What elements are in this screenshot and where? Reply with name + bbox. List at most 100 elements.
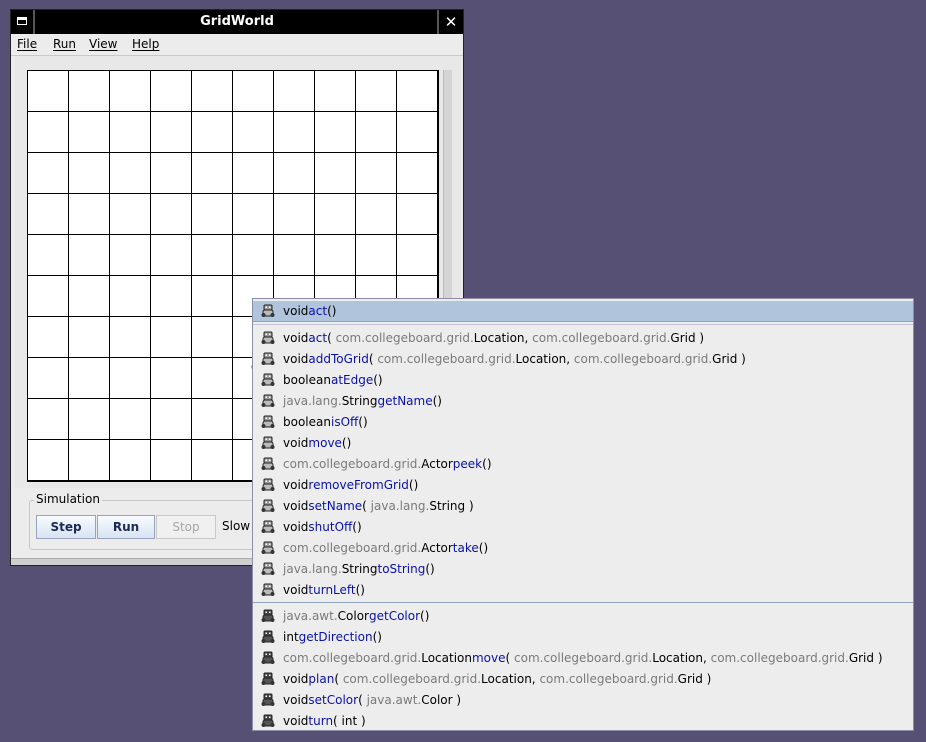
method-return-type: void <box>283 436 308 450</box>
method-return-type: com.collegeboard.grid.Actor <box>283 541 453 555</box>
method-name: isOff <box>330 414 359 429</box>
param-text: () <box>432 393 442 408</box>
method-item-move[interactable]: void move() <box>253 432 913 453</box>
param-text: Grid ) <box>670 330 705 345</box>
method-params: () <box>409 478 418 492</box>
method-item-isOff[interactable]: boolean isOff() <box>253 411 913 432</box>
param-text: ( <box>327 330 336 345</box>
method-return-type: com.collegeboard.grid.Location <box>283 651 472 665</box>
return-type-name: void <box>283 713 309 728</box>
method-item-act[interactable]: void act() <box>253 301 913 322</box>
return-type-name: void <box>283 477 309 492</box>
run-button[interactable]: Run <box>97 515 155 539</box>
method-return-type: void <box>283 520 308 534</box>
method-item-turnLeft[interactable]: void turnLeft() <box>253 579 913 600</box>
param-text: () <box>327 304 337 318</box>
param-text: Location, <box>481 671 540 686</box>
method-return-type: void <box>283 331 308 345</box>
critter-method-icon <box>261 331 275 345</box>
method-item-toString[interactable]: java.lang.String toString() <box>253 558 913 579</box>
method-item-addToGrid[interactable]: void addToGrid( com.collegeboard.grid.Lo… <box>253 348 913 369</box>
method-name: atEdge <box>330 372 374 387</box>
package-prefix: com.collegeboard.grid. <box>342 671 482 686</box>
method-item-getName[interactable]: java.lang.String getName() <box>253 390 913 411</box>
stop-button[interactable]: Stop <box>156 515 216 539</box>
method-return-type: void <box>283 714 308 728</box>
critter-method-icon <box>261 541 275 555</box>
step-button[interactable]: Step <box>36 515 96 539</box>
method-item-shutOff[interactable]: void shutOff() <box>253 516 913 537</box>
return-type-name: Location <box>421 650 472 665</box>
method-return-type: void <box>283 583 308 597</box>
param-text: ( <box>505 650 514 665</box>
critter-method-icon <box>261 352 275 366</box>
method-name: setColor <box>308 692 359 707</box>
critter-method-icon <box>261 457 275 471</box>
method-return-type: int <box>283 630 299 644</box>
title-bar[interactable]: GridWorld ✕ <box>11 10 463 34</box>
critter-method-icon <box>261 630 275 644</box>
critter-method-icon <box>261 693 275 707</box>
method-item-act[interactable]: void act( com.collegeboard.grid.Location… <box>253 327 913 348</box>
critter-method-icon <box>261 304 275 318</box>
param-text: () <box>478 540 489 555</box>
method-params: () <box>342 436 351 450</box>
method-item-peek[interactable]: com.collegeboard.grid.Actor peek() <box>253 453 913 474</box>
param-text: Location, <box>652 650 711 665</box>
param-text: Location, <box>515 351 574 366</box>
method-return-type: java.awt.Color <box>283 609 369 623</box>
package-prefix: java.awt. <box>366 692 422 707</box>
method-name: toString <box>377 561 426 576</box>
method-params: () <box>352 520 361 534</box>
method-item-turn[interactable]: void turn( int ) <box>253 710 913 731</box>
method-item-setColor[interactable]: void setColor( java.awt.Color ) <box>253 689 913 710</box>
method-item-getDirection[interactable]: int getDirection() <box>253 626 913 647</box>
critter-method-icon <box>261 394 275 408</box>
param-text: () <box>408 477 419 492</box>
method-name: getName <box>377 393 433 408</box>
method-item-getColor[interactable]: java.awt.Color getColor() <box>253 605 913 626</box>
method-params: () <box>482 457 491 471</box>
window-menu-icon[interactable] <box>11 10 35 34</box>
method-item-removeFromGrid[interactable]: void removeFromGrid() <box>253 474 913 495</box>
param-text: ( <box>358 692 367 707</box>
return-type-name: void <box>283 692 309 707</box>
return-type-name: boolean <box>283 372 331 387</box>
package-prefix: java.awt. <box>283 608 338 623</box>
method-params: () <box>425 562 434 576</box>
param-text: () <box>420 608 430 623</box>
param-text: () <box>355 582 365 597</box>
method-return-type: void <box>283 693 308 707</box>
method-return-type: boolean <box>283 415 331 429</box>
critter-method-icon <box>261 499 275 513</box>
package-prefix: com.collegeboard.grid. <box>539 671 678 686</box>
method-name: take <box>452 540 479 555</box>
method-item-atEdge[interactable]: boolean atEdge() <box>253 369 913 390</box>
method-item-take[interactable]: com.collegeboard.grid.Actor take() <box>253 537 913 558</box>
method-params: ( com.collegeboard.grid.Location, com.co… <box>369 352 746 366</box>
package-prefix: com.collegeboard.grid. <box>573 351 713 366</box>
method-return-type: void <box>283 304 308 318</box>
critter-method-icon <box>261 583 275 597</box>
package-prefix: com.collegeboard.grid. <box>283 456 422 471</box>
return-type-name: String <box>341 393 378 408</box>
method-params: ( com.collegeboard.grid.Location, com.co… <box>327 331 704 345</box>
menu-run[interactable]: Run <box>53 37 76 51</box>
method-item-plan[interactable]: void plan( com.collegeboard.grid.Locatio… <box>253 668 913 689</box>
param-text: Location, <box>473 330 533 345</box>
method-item-move[interactable]: com.collegeboard.grid.Location move( com… <box>253 647 913 668</box>
method-params: ( java.lang.String ) <box>362 499 474 513</box>
method-item-setName[interactable]: void setName( java.lang.String ) <box>253 495 913 516</box>
close-icon[interactable]: ✕ <box>437 10 463 34</box>
menu-file[interactable]: File <box>17 37 37 51</box>
menu-view[interactable]: View <box>89 37 117 51</box>
method-params: () <box>373 373 382 387</box>
package-prefix: java.lang. <box>283 561 342 576</box>
method-name: turn <box>308 713 334 728</box>
return-type-name: Color <box>337 608 369 623</box>
menu-separator <box>253 602 913 603</box>
return-type-name: boolean <box>283 414 331 429</box>
package-prefix: com.collegeboard.grid. <box>283 540 422 555</box>
param-text: ( <box>334 671 343 686</box>
menu-help[interactable]: Help <box>132 37 159 51</box>
